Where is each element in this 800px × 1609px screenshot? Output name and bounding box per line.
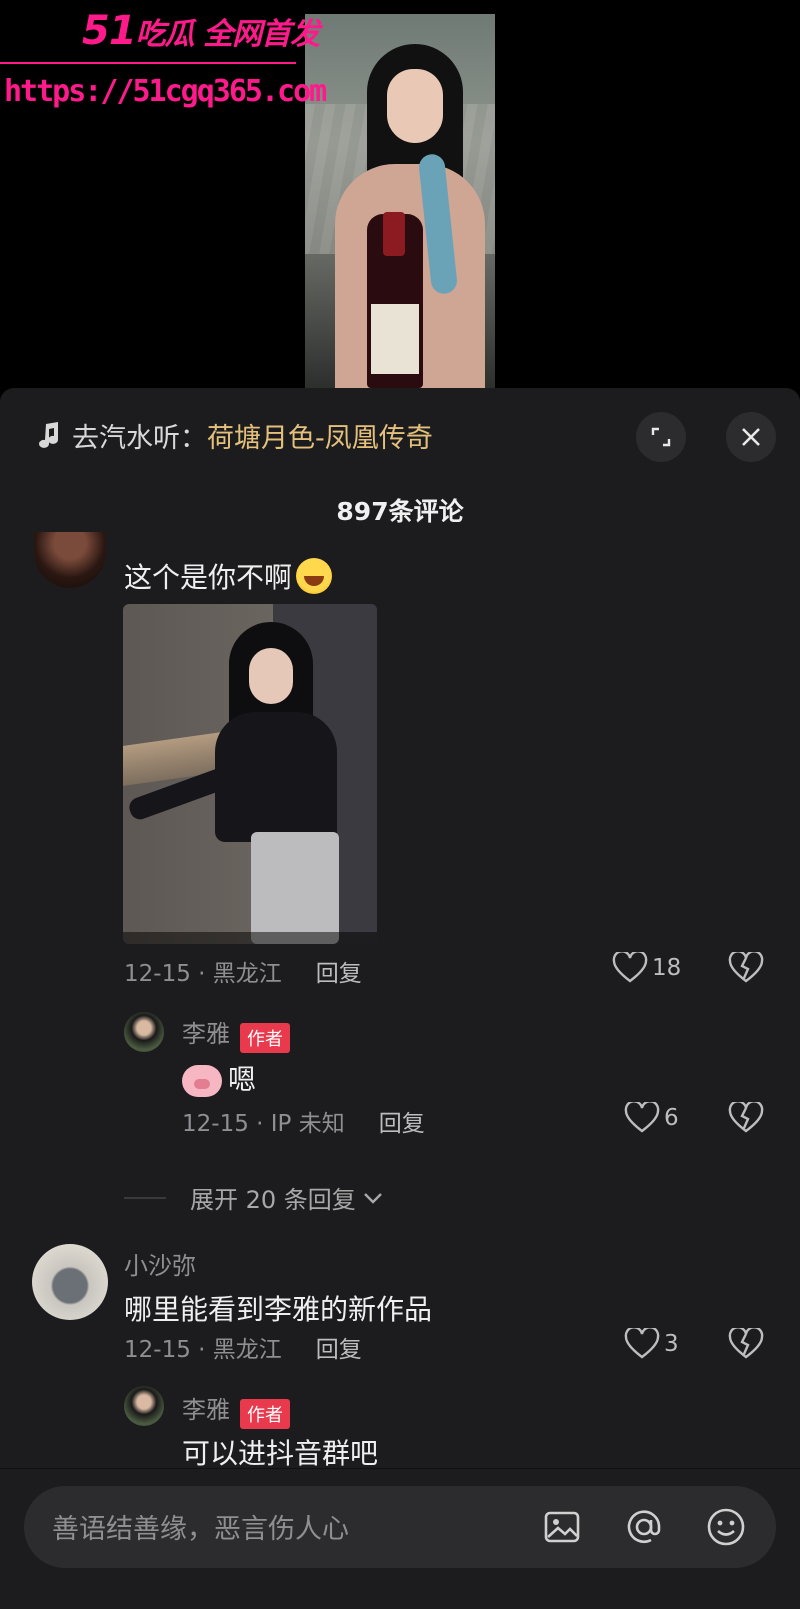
author-name[interactable]: 小沙弥 — [124, 1246, 196, 1281]
comment-input[interactable] — [50, 1506, 474, 1552]
reply-button[interactable]: 回复 — [379, 1104, 425, 1138]
wine-bottle-neck — [383, 212, 405, 256]
mention-button[interactable] — [622, 1505, 666, 1549]
image-person-face — [249, 648, 293, 704]
author-name[interactable]: 李雅 — [182, 1020, 230, 1048]
broken-heart-icon — [728, 1100, 764, 1133]
video-frame[interactable] — [305, 14, 495, 388]
reply-author-row: 李雅 作者 — [182, 1014, 290, 1053]
comment-text: 可以进抖音群吧 — [182, 1437, 379, 1470]
watermark-underline — [0, 62, 296, 64]
at-icon — [627, 1510, 661, 1543]
expand-sheet-button[interactable] — [636, 412, 686, 462]
smiley-icon — [707, 1508, 745, 1546]
comment-text: 哪里能看到李雅的新作品 — [124, 1293, 433, 1326]
heart-icon — [624, 1328, 660, 1359]
reply-button[interactable]: 回复 — [316, 1330, 362, 1364]
avatar[interactable] — [124, 1012, 164, 1052]
comment-text: 嗯 — [182, 1058, 256, 1098]
image-playback-bar — [123, 932, 377, 944]
reply-author-row: 李雅 作者 — [182, 1390, 290, 1429]
broken-heart-icon — [728, 1326, 764, 1359]
expand-replies-button[interactable]: 展开 20 条回复 — [124, 1180, 384, 1215]
watermark-brand: 51吃瓜 全网首发 — [82, 8, 320, 54]
comment-meta: 12-15 · 黑龙江 回复 — [124, 954, 362, 988]
comment-date-location: 12-15 · 黑龙江 — [124, 1337, 282, 1363]
close-icon — [742, 428, 760, 446]
wine-bottle-label — [371, 304, 419, 374]
image-button[interactable] — [540, 1505, 584, 1549]
like-button[interactable]: 18 — [612, 952, 681, 984]
comment-text: 这个是你不啊 — [124, 556, 333, 596]
video-person-face — [387, 69, 443, 143]
close-button[interactable] — [726, 412, 776, 462]
music-note-icon — [39, 422, 58, 448]
expand-icon — [651, 427, 671, 447]
pig-emoji-icon — [182, 1065, 222, 1097]
like-count: 6 — [664, 1105, 679, 1131]
heart-icon — [624, 1102, 660, 1133]
image-person-skirt — [251, 832, 339, 944]
author-badge: 作者 — [240, 1022, 290, 1053]
broken-heart-icon — [728, 950, 764, 983]
comments-sheet — [0, 388, 800, 1608]
emoji-button[interactable] — [704, 1505, 748, 1549]
like-button[interactable]: 6 — [624, 1102, 679, 1134]
avatar[interactable] — [124, 1386, 164, 1426]
like-count: 18 — [652, 955, 682, 981]
avatar[interactable] — [32, 1244, 108, 1320]
like-button[interactable]: 3 — [624, 1328, 679, 1360]
rofl-emoji-icon — [296, 558, 333, 594]
comment-meta: 12-15 · 黑龙江 回复 — [124, 1330, 362, 1364]
reply-button[interactable]: 回复 — [316, 954, 362, 988]
comment-meta: 12-15 · IP 未知 回复 — [182, 1104, 425, 1138]
dislike-button[interactable] — [728, 1100, 764, 1138]
comment-image[interactable] — [123, 604, 377, 944]
music-prefix: 去汽水听： — [72, 422, 207, 454]
comment-count: 897条评论 — [336, 497, 464, 526]
comment-date-location: 12-15 · 黑龙江 — [124, 961, 282, 987]
chevron-down-icon — [363, 1192, 382, 1204]
image-icon — [544, 1511, 580, 1543]
watermark-url: https://51cgq365.com — [4, 74, 327, 109]
dislike-button[interactable] — [728, 950, 764, 988]
author-badge: 作者 — [240, 1398, 290, 1429]
music-title[interactable]: 荷塘月色-凤凰传奇 — [207, 416, 433, 455]
music-link[interactable]: 去汽水听： 荷塘月色-凤凰传奇 — [36, 412, 433, 458]
like-count: 3 — [664, 1331, 679, 1357]
comment-date-location: 12-15 · IP 未知 — [182, 1111, 345, 1137]
expand-divider — [124, 1196, 166, 1199]
expand-replies-label: 展开 20 条回复 — [190, 1186, 356, 1214]
heart-icon — [612, 952, 648, 983]
author-name[interactable]: 李雅 — [182, 1396, 230, 1424]
dislike-button[interactable] — [728, 1326, 764, 1364]
